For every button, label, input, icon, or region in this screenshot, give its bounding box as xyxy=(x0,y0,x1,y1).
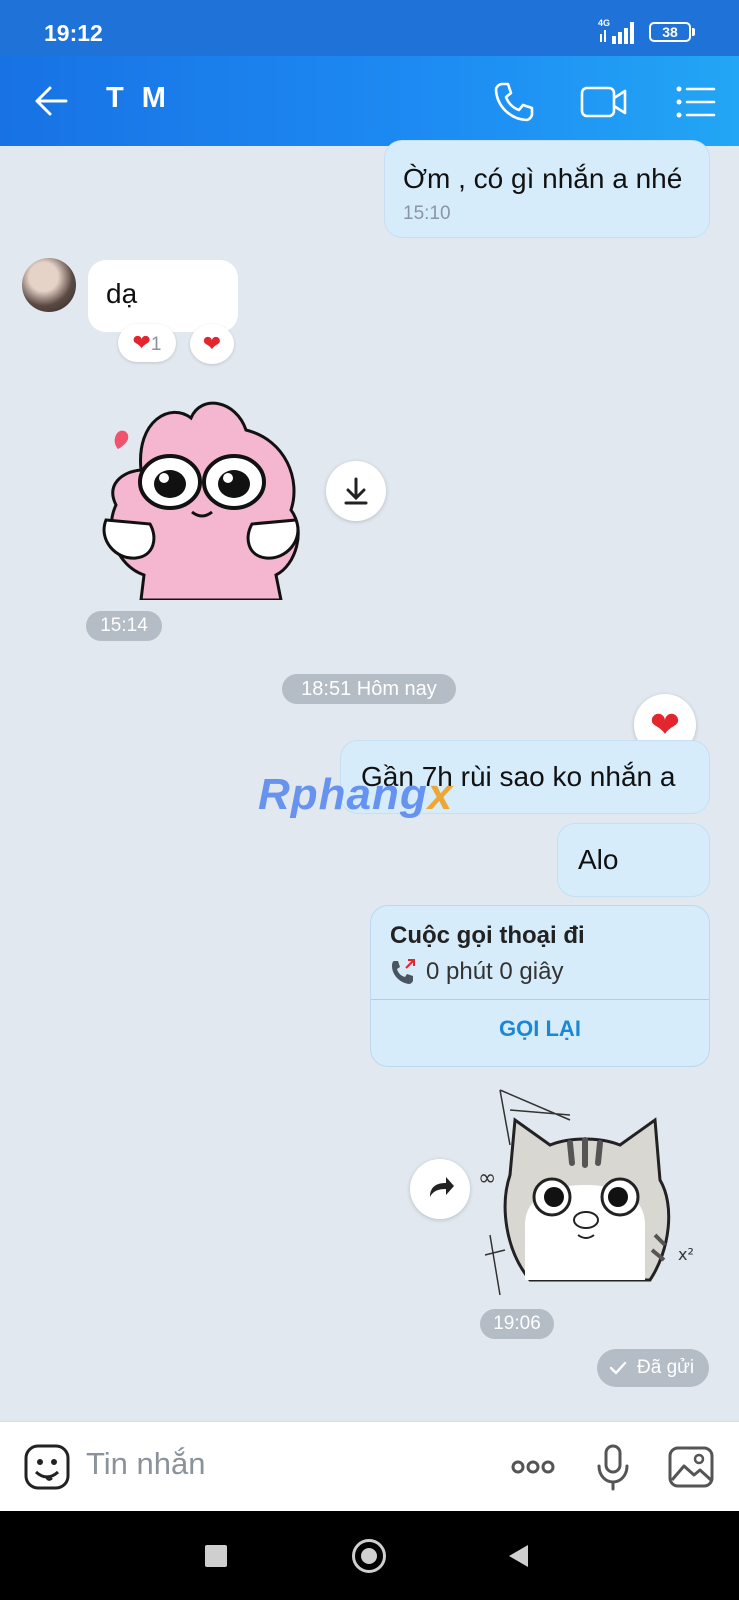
reaction-summary[interactable]: ❤1 xyxy=(118,324,176,362)
watermark-accent: x xyxy=(427,770,454,819)
svg-text:x²: x² xyxy=(678,1245,694,1264)
more-options-icon[interactable] xyxy=(508,1442,558,1492)
outgoing-message[interactable]: Ờm , có gì nhắn a nhé 15:10 xyxy=(384,140,710,238)
reaction-count: 1 xyxy=(150,334,162,355)
call-back-button[interactable]: GỌI LẠI xyxy=(371,1016,709,1042)
forward-icon xyxy=(430,1177,454,1197)
recent-apps-button[interactable] xyxy=(205,1545,227,1567)
call-duration: 0 phút 0 giây xyxy=(426,958,564,985)
home-button-dot xyxy=(361,1548,377,1564)
incoming-message[interactable]: dạ xyxy=(88,260,238,332)
check-icon xyxy=(609,1361,627,1375)
status-time: 19:12 xyxy=(44,20,103,46)
signal-icon: 4G xyxy=(598,18,634,44)
card-divider xyxy=(371,999,709,1000)
download-button[interactable] xyxy=(326,461,386,521)
image-gallery-icon[interactable] xyxy=(666,1442,716,1492)
react-button[interactable]: ❤ xyxy=(190,324,234,364)
svg-text:∞: ∞ xyxy=(478,1166,496,1191)
cat-sticker[interactable]: ∞ x² xyxy=(470,1085,710,1305)
download-icon xyxy=(344,477,368,505)
message-time-pill: 15:14 xyxy=(86,611,162,641)
message-input[interactable]: Tin nhắn xyxy=(86,1446,206,1482)
bunny-sticker[interactable] xyxy=(96,400,306,600)
message-time-pill: 19:06 xyxy=(480,1309,554,1339)
outgoing-message[interactable]: Alo xyxy=(557,823,710,897)
date-divider: 18:51 Hôm nay xyxy=(282,674,456,704)
chat-header: T M xyxy=(0,56,739,146)
heart-icon: ❤ xyxy=(132,330,151,355)
battery-icon: 38 xyxy=(649,22,695,42)
heart-icon: ❤ xyxy=(649,704,681,745)
avatar[interactable] xyxy=(22,258,76,312)
video-call-icon[interactable] xyxy=(578,78,630,126)
sticker-emoji-icon[interactable] xyxy=(22,1442,72,1492)
back-nav-icon[interactable] xyxy=(506,1543,530,1569)
status-bar: 19:12 4G 38 xyxy=(0,0,739,56)
sent-status-text: Đã gửi xyxy=(637,1357,695,1378)
call-log-card[interactable]: Cuộc gọi thoại đi 0 phút 0 giây GỌI LẠI xyxy=(370,905,710,1067)
watermark-text: Rphang xyxy=(258,770,428,819)
contact-name[interactable]: T M xyxy=(106,82,171,115)
system-nav-bar xyxy=(0,1511,739,1600)
home-button[interactable] xyxy=(352,1539,386,1573)
message-text: dạ xyxy=(106,278,138,309)
message-composer: Tin nhắn xyxy=(0,1421,739,1511)
outgoing-call-icon xyxy=(392,959,415,984)
microphone-icon[interactable] xyxy=(588,1442,638,1492)
message-time: 15:10 xyxy=(403,203,451,224)
forward-button[interactable] xyxy=(410,1159,470,1219)
back-arrow-icon[interactable] xyxy=(30,80,72,122)
watermark-logo: Rphangx xyxy=(258,770,453,820)
message-text: Ờm , có gì nhắn a nhé xyxy=(403,163,683,194)
network-type: 4G xyxy=(598,18,610,28)
call-title: Cuộc gọi thoại đi xyxy=(390,922,585,949)
heart-icon: ❤ xyxy=(202,331,222,356)
sent-status: Đã gửi xyxy=(597,1349,709,1387)
phone-call-icon[interactable] xyxy=(490,78,538,126)
message-text: Alo xyxy=(578,844,619,875)
menu-list-icon[interactable] xyxy=(672,78,720,126)
